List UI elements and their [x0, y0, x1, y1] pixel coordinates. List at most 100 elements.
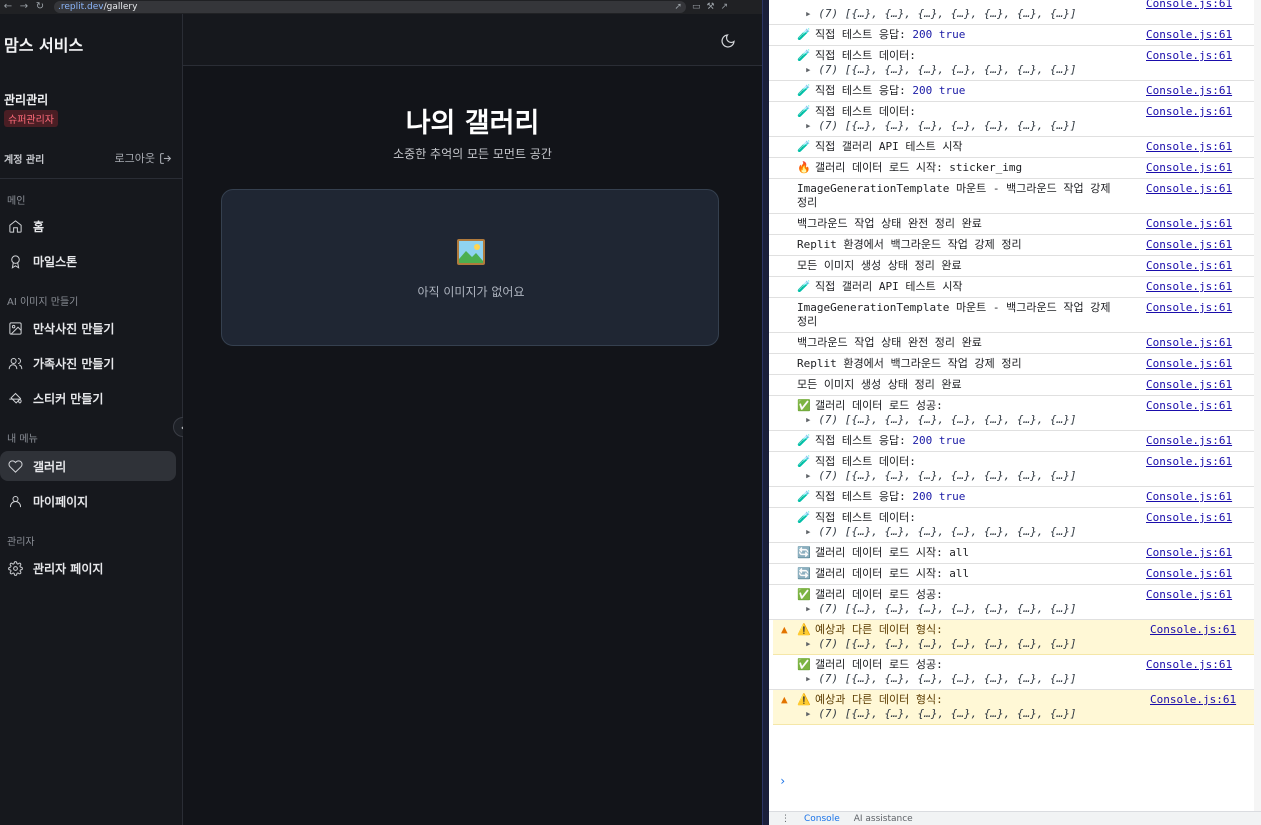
console-source-link[interactable]: Console.js:61 — [1146, 217, 1232, 230]
console-log-row[interactable]: 모든 이미지 생성 상태 정리 완료 Console.js:61 — [769, 256, 1254, 277]
console-source-link[interactable]: Console.js:61 — [1146, 259, 1232, 272]
console-log-row[interactable]: ImageGenerationTemplate 마운트 - 백그라운드 작업 강… — [769, 179, 1254, 214]
sidebar-item-family-photo[interactable]: 가족사진 만들기 — [0, 348, 176, 378]
sidebar-item-milestone[interactable]: 마일스톤 — [0, 246, 176, 276]
sidebar-item-admin-page[interactable]: 관리자 페이지 — [0, 553, 176, 583]
console-source-link[interactable]: Console.js:61 — [1146, 511, 1232, 524]
console-source-link[interactable]: Console.js:61 — [1146, 105, 1232, 118]
console-array-preview[interactable]: (7) [{…}, {…}, {…}, {…}, {…}, {…}, {…}] — [797, 119, 1254, 133]
console-log-row[interactable]: (7) [{…}, {…}, {…}, {…}, {…}, {…}, {…}]C… — [769, 0, 1254, 25]
sidebar-item-mypage[interactable]: 마이페이지 — [0, 486, 176, 516]
sidebar-item-home[interactable]: 홈 — [0, 211, 176, 241]
console-log-row[interactable]: 🧪 직접 테스트 응답: 200 true Console.js:61 — [769, 81, 1254, 102]
console-log-row[interactable]: 🧪 직접 테스트 데이터:(7) [{…}, {…}, {…}, {…}, {…}… — [769, 508, 1254, 543]
console-source-link[interactable]: Console.js:61 — [1146, 658, 1232, 671]
console-source-link[interactable]: Console.js:61 — [1146, 455, 1232, 468]
console-message-text: 직접 테스트 데이터: — [815, 455, 916, 468]
console-source-link[interactable]: Console.js:61 — [1146, 378, 1232, 391]
console-warning-row[interactable]: ▲ ⚠️ 예상과 다른 데이터 형식:(7) [{…}, {…}, {…}, {…}… — [773, 620, 1254, 655]
console-message: 🧪 직접 갤러리 API 테스트 시작 — [797, 140, 1137, 154]
console-log-row[interactable]: 백그라운드 작업 상태 완전 정리 완료 Console.js:61 — [769, 333, 1254, 354]
address-bar[interactable]: .replit.dev/gallery ➚ — [54, 1, 686, 13]
console-log-row[interactable]: ✅ 갤러리 데이터 로드 성공:(7) [{…}, {…}, {…}, {…}, … — [769, 585, 1254, 620]
log-emoji-icon: ⚠️ — [797, 623, 811, 636]
drawer-menu-icon[interactable]: ⋮ — [781, 814, 790, 824]
device-icon[interactable]: ▭ — [692, 2, 701, 12]
wrench-icon[interactable]: ⚒ — [707, 2, 715, 12]
sidebar-item-gallery[interactable]: 갤러리 — [0, 451, 176, 481]
tab-ai-assistance[interactable]: AI assistance — [854, 814, 913, 824]
console-message-text: 모든 이미지 생성 상태 정리 완료 — [797, 259, 962, 272]
account-manage-link[interactable]: 계정 관리 — [4, 151, 44, 166]
console-log-row[interactable]: 모든 이미지 생성 상태 정리 완료 Console.js:61 — [769, 375, 1254, 396]
console-log-row[interactable]: 🧪 직접 테스트 응답: 200 true Console.js:61 — [769, 431, 1254, 452]
console-source-link[interactable]: Console.js:61 — [1146, 490, 1232, 503]
console-log-row[interactable]: ✅ 갤러리 데이터 로드 성공:(7) [{…}, {…}, {…}, {…}, … — [769, 396, 1254, 431]
console-array-preview[interactable]: (7) [{…}, {…}, {…}, {…}, {…}, {…}, {…}] — [797, 602, 1254, 616]
log-emoji-icon: 🧪 — [797, 140, 811, 153]
console-source-link[interactable]: Console.js:61 — [1146, 238, 1232, 251]
console-log-row[interactable]: ✅ 갤러리 데이터 로드 성공:(7) [{…}, {…}, {…}, {…}, … — [769, 655, 1254, 690]
console-log-row[interactable]: 🧪 직접 테스트 응답: 200 true Console.js:61 — [769, 25, 1254, 46]
console-log-row[interactable]: 🧪 직접 테스트 데이터:(7) [{…}, {…}, {…}, {…}, {…}… — [769, 46, 1254, 81]
console-source-link[interactable]: Console.js:61 — [1150, 693, 1236, 706]
console-log-row[interactable]: 🔥 갤러리 데이터 로드 시작: sticker_img Console.js:61 — [769, 158, 1254, 179]
panel-splitter[interactable] — [762, 0, 769, 825]
console-message-text: 갤러리 데이터 로드 시작: all — [815, 567, 970, 580]
console-log-row[interactable]: ImageGenerationTemplate 마운트 - 백그라운드 작업 강… — [769, 298, 1254, 333]
console-source-link[interactable]: Console.js:61 — [1146, 567, 1232, 580]
console-array-preview[interactable]: (7) [{…}, {…}, {…}, {…}, {…}, {…}, {…}] — [797, 413, 1254, 427]
console-message-text: 직접 테스트 데이터: — [815, 105, 916, 118]
console-log-row[interactable]: Replit 환경에서 백그라운드 작업 강제 정리 Console.js:61 — [769, 235, 1254, 256]
log-emoji-icon: 🧪 — [797, 511, 811, 524]
console-log-row[interactable]: 🔄 갤러리 데이터 로드 시작: all Console.js:61 — [769, 564, 1254, 585]
console-array-preview[interactable]: (7) [{…}, {…}, {…}, {…}, {…}, {…}, {…}] — [797, 469, 1254, 483]
console-log-row[interactable]: 🧪 직접 갤러리 API 테스트 시작 Console.js:61 — [769, 277, 1254, 298]
logout-button[interactable]: 로그아웃 — [115, 150, 172, 166]
console-source-link[interactable]: Console.js:61 — [1146, 357, 1232, 370]
console-log-row[interactable]: 🧪 직접 테스트 데이터:(7) [{…}, {…}, {…}, {…}, {…}… — [769, 102, 1254, 137]
console-array-preview[interactable]: (7) [{…}, {…}, {…}, {…}, {…}, {…}, {…}] — [797, 525, 1254, 539]
console-source-link[interactable]: Console.js:61 — [1146, 49, 1232, 62]
console-log-row[interactable]: 🔄 갤러리 데이터 로드 시작: all Console.js:61 — [769, 543, 1254, 564]
tab-console[interactable]: Console — [804, 814, 840, 824]
console-log-row[interactable]: 🧪 직접 테스트 응답: 200 true Console.js:61 — [769, 487, 1254, 508]
console-array-preview[interactable]: (7) [{…}, {…}, {…}, {…}, {…}, {…}, {…}] — [797, 672, 1254, 686]
console-source-link[interactable]: Console.js:61 — [1146, 0, 1232, 10]
console-source-link[interactable]: Console.js:61 — [1146, 280, 1232, 293]
console-warning-row[interactable]: ▲ ⚠️ 예상과 다른 데이터 형식:(7) [{…}, {…}, {…}, {…}… — [773, 690, 1254, 725]
console-scrollbar[interactable] — [1254, 0, 1261, 811]
console-array-preview[interactable]: (7) [{…}, {…}, {…}, {…}, {…}, {…}, {…}] — [797, 707, 1254, 721]
console-prompt[interactable]: › — [779, 774, 786, 788]
forward-icon[interactable]: → — [16, 0, 32, 14]
moon-icon[interactable] — [720, 33, 736, 49]
console-source-link[interactable]: Console.js:61 — [1146, 161, 1232, 174]
console-message-text: 직접 테스트 응답: — [815, 28, 913, 41]
console-message: Replit 환경에서 백그라운드 작업 강제 정리 — [797, 357, 1137, 371]
console-source-link[interactable]: Console.js:61 — [1146, 28, 1232, 41]
console-source-link[interactable]: Console.js:61 — [1146, 140, 1232, 153]
sidebar-item-maternity-photo[interactable]: 만삭사진 만들기 — [0, 313, 176, 343]
console-message: ✅ 갤러리 데이터 로드 성공: — [797, 658, 1137, 672]
console-log-row[interactable]: 🧪 직접 테스트 데이터:(7) [{…}, {…}, {…}, {…}, {…}… — [769, 452, 1254, 487]
console-log-row[interactable]: 🧪 직접 갤러리 API 테스트 시작 Console.js:61 — [769, 137, 1254, 158]
open-external-icon[interactable]: ↗ — [721, 2, 729, 12]
console-source-link[interactable]: Console.js:61 — [1146, 301, 1232, 314]
console-source-link[interactable]: Console.js:61 — [1146, 588, 1232, 601]
console-source-link[interactable]: Console.js:61 — [1146, 336, 1232, 349]
back-icon[interactable]: ← — [0, 0, 16, 14]
console-log-row[interactable]: Replit 환경에서 백그라운드 작업 강제 정리 Console.js:61 — [769, 354, 1254, 375]
console-log-row[interactable]: 백그라운드 작업 상태 완전 정리 완료 Console.js:61 — [769, 214, 1254, 235]
share-icon[interactable]: ➚ — [674, 2, 682, 12]
console-source-link[interactable]: Console.js:61 — [1146, 546, 1232, 559]
console-source-link[interactable]: Console.js:61 — [1146, 399, 1232, 412]
reload-icon[interactable]: ↻ — [32, 0, 48, 14]
warning-icon: ▲ — [781, 623, 788, 636]
console-source-link[interactable]: Console.js:61 — [1146, 434, 1232, 447]
console-source-link[interactable]: Console.js:61 — [1146, 84, 1232, 97]
sidebar-item-sticker[interactable]: 스티커 만들기 — [0, 383, 176, 413]
console-array-preview[interactable]: (7) [{…}, {…}, {…}, {…}, {…}, {…}, {…}] — [797, 637, 1254, 651]
console-array-preview[interactable]: (7) [{…}, {…}, {…}, {…}, {…}, {…}, {…}] — [797, 63, 1254, 77]
console-source-link[interactable]: Console.js:61 — [1146, 182, 1232, 195]
console-source-link[interactable]: Console.js:61 — [1150, 623, 1236, 636]
